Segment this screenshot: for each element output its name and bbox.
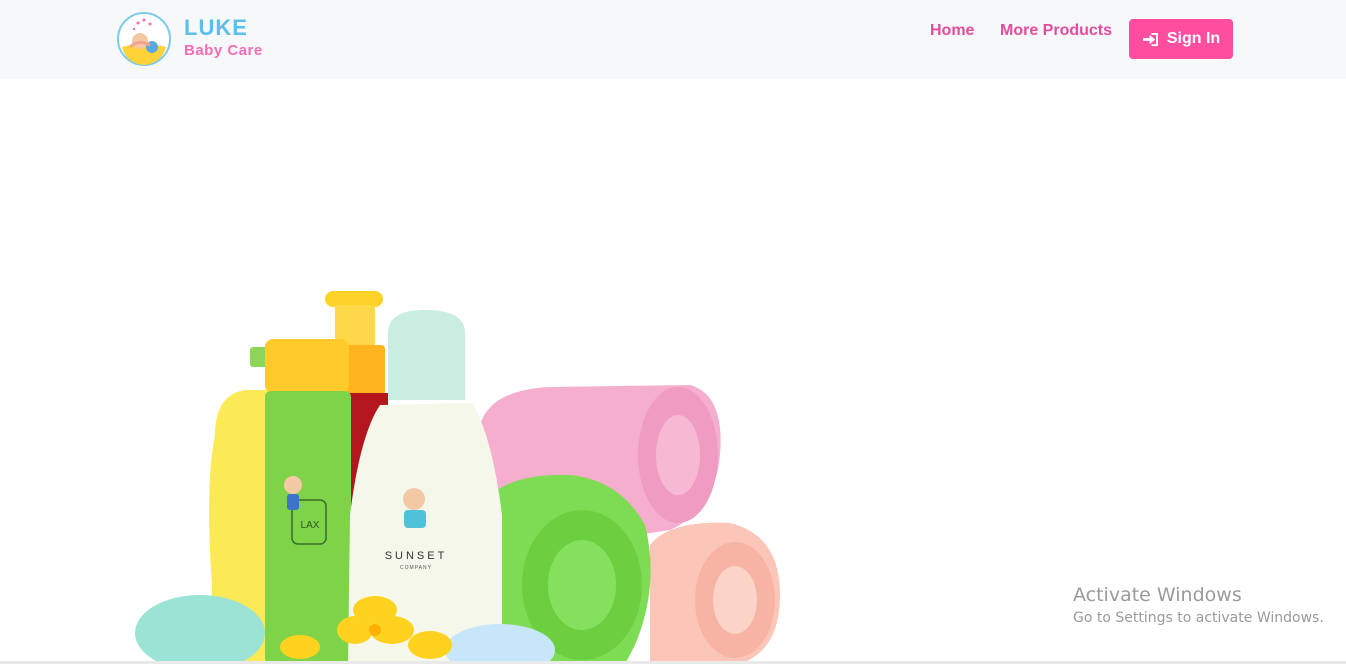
bottle-label-company: COMPANY <box>400 565 432 571</box>
watermark-subtitle: Go to Settings to activate Windows. <box>1073 610 1324 626</box>
bottle-label-lax: LAX <box>301 520 320 531</box>
bottle-label-sunset: SUNSET <box>385 550 448 562</box>
brand-tagline[interactable]: Baby Care <box>184 42 263 59</box>
navbar: LUKE Baby Care Home More Products Sign I… <box>0 0 1346 79</box>
sign-in-label: Sign In <box>1166 30 1221 47</box>
watermark-title: Activate Windows <box>1073 584 1242 606</box>
nav-home-link[interactable]: Home <box>930 22 974 40</box>
sign-in-button[interactable]: Sign In <box>1129 19 1233 59</box>
baby-logo-icon[interactable] <box>116 11 172 67</box>
hero-baby-products-image: LAX SUNSET COMPANY <box>135 291 780 664</box>
sign-in-icon <box>1142 32 1158 46</box>
nav-more-products-link[interactable]: More Products <box>1000 22 1112 40</box>
brand-name[interactable]: LUKE <box>184 15 248 41</box>
windows-activation-watermark: Activate Windows Go to Settings to activ… <box>1073 584 1324 626</box>
